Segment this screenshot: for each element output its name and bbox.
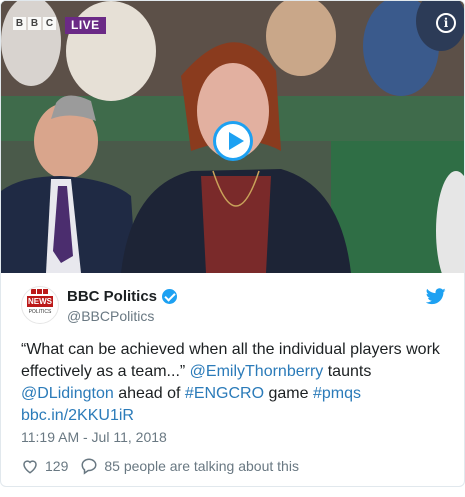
bbc-logo: B B C (13, 17, 56, 30)
url-link[interactable]: bbc.in/2KKU1iR (21, 407, 134, 424)
tweet-actions: 129 85 people are talking about this (21, 457, 299, 475)
info-icon[interactable]: i (436, 13, 456, 33)
tweet-text-part: game (264, 385, 313, 402)
mention-link[interactable]: @EmilyThornberry (190, 363, 324, 380)
verified-icon (162, 289, 178, 304)
embedded-tweet-card: B B C LIVE i NEWS POLITICS BBC Politics … (0, 0, 465, 487)
play-button[interactable] (213, 121, 253, 161)
mention-link[interactable]: @DLidington (21, 385, 114, 402)
tweet-header: NEWS POLITICS BBC Politics @BBCPolitics (21, 286, 446, 326)
avatar[interactable]: NEWS POLITICS (21, 286, 59, 324)
hashtag-link[interactable]: #pmqs (313, 385, 361, 402)
handle[interactable]: @BBCPolitics (67, 308, 154, 324)
name-row: BBC Politics (67, 288, 178, 305)
timestamp[interactable]: 11:19 AM - Jul 11, 2018 (21, 429, 167, 445)
twitter-bird-icon[interactable] (426, 288, 446, 305)
display-name[interactable]: BBC Politics (67, 288, 157, 305)
bbc-letter: B (13, 17, 26, 30)
live-badge: LIVE (65, 17, 106, 34)
avatar-news-label: NEWS (27, 296, 53, 307)
heart-icon[interactable] (21, 457, 39, 475)
tweet-text-part: taunts (323, 363, 372, 380)
bbc-letter: C (43, 17, 56, 30)
bbc-letter: B (28, 17, 41, 30)
talking-about-link[interactable]: 85 people are talking about this (104, 458, 299, 474)
tweet-text: “What can be achieved when all the indiv… (21, 339, 451, 427)
like-count[interactable]: 129 (45, 458, 68, 474)
bbc-mini-logo (31, 289, 48, 294)
hashtag-link[interactable]: #ENGCRO (185, 385, 264, 402)
video-player[interactable]: B B C LIVE i (1, 1, 464, 273)
reply-bubble-icon[interactable] (80, 457, 98, 475)
tweet-text-part: ahead of (113, 385, 185, 402)
avatar-politics-label: POLITICS (28, 309, 52, 315)
